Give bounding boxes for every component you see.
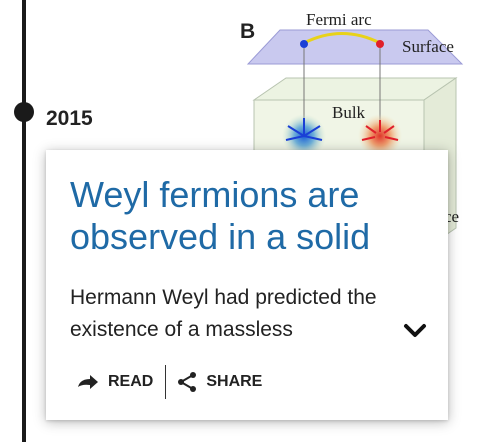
card-excerpt: Hermann Weyl had predicted the existence… [70, 286, 377, 341]
share-label: SHARE [206, 373, 263, 390]
arc-endpoint-red [376, 40, 384, 48]
timeline-year: 2015 [46, 107, 93, 130]
card-actions: READ SHARE [76, 364, 262, 400]
read-button[interactable]: READ [76, 373, 153, 391]
action-divider [165, 365, 167, 399]
timeline-card: Weyl fermions are observed in a solid He… [46, 150, 448, 420]
expand-button[interactable] [400, 318, 430, 342]
arrow-right-icon [78, 375, 98, 389]
share-icon [178, 372, 197, 392]
card-title[interactable]: Weyl fermions are observed in a solid [70, 174, 430, 258]
read-label: READ [108, 373, 154, 390]
bulk-box-top [252, 77, 458, 101]
fermi-arc-label: Fermi arc [306, 10, 372, 29]
timeline-line [22, 0, 26, 442]
timeline-marker [14, 102, 34, 122]
surface-label: Surface [402, 37, 454, 56]
share-button[interactable]: SHARE [176, 371, 262, 393]
figure-panel-label: B [240, 20, 255, 43]
chevron-down-icon [404, 324, 426, 337]
arc-endpoint-blue [300, 40, 308, 48]
bulk-label: Bulk [332, 103, 366, 122]
